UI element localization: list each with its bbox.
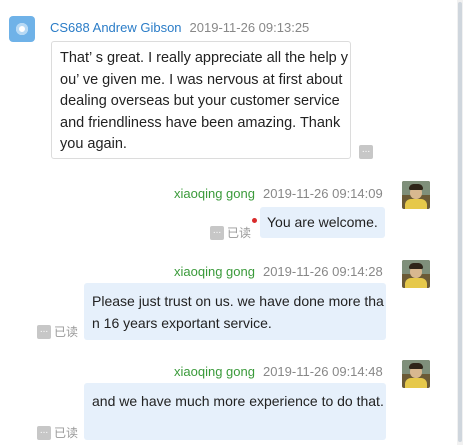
message-header: xiaoqing gong 2019-11-26 09:14:48 [174,364,383,379]
message-text: You are welcome. [267,214,378,230]
more-options-icon[interactable]: ... [210,225,224,240]
sender-name[interactable]: CS688 Andrew Gibson [50,20,182,35]
more-options-icon[interactable]: ... [37,324,51,339]
scrollbar-thumb[interactable] [458,2,462,442]
read-status: ... 已读 [37,424,78,441]
read-status: ... 已读 [210,224,251,241]
user-avatar[interactable] [402,181,430,209]
read-status-label: 已读 [54,426,79,440]
unread-dot-icon [252,218,257,223]
message-text: That’ s great. I really appreciate all t… [60,50,349,152]
avatar-circle-icon [16,23,28,35]
message-bubble: You are welcome. [260,207,385,238]
read-status: ... 已读 [37,323,78,340]
customer-avatar[interactable] [9,16,35,42]
sender-name[interactable]: xiaoqing gong [174,264,255,279]
message-bubble: Please just trust on us. we have done mo… [84,283,386,340]
message-bubble: and we have much more experience to do t… [84,383,386,440]
message-time: 2019-11-26 09:14:28 [262,264,383,279]
message-header: CS688 Andrew Gibson 2019-11-26 09:13:25 [50,20,309,35]
more-options-icon: ... [359,145,373,159]
read-status-label: 已读 [227,226,252,240]
user-avatar[interactable] [402,260,430,288]
message-time: 2019-11-26 09:14:48 [262,364,383,379]
message-bubble: That’ s great. I really appreciate all t… [51,41,351,159]
more-options-button[interactable]: ... [359,145,373,159]
message-time: 2019-11-26 09:13:25 [189,20,310,35]
more-options-icon[interactable]: ... [37,425,51,440]
user-avatar[interactable] [402,360,430,388]
sender-name[interactable]: xiaoqing gong [174,364,255,379]
vertical-scrollbar[interactable] [457,0,463,445]
sender-name[interactable]: xiaoqing gong [174,186,255,201]
message-text: Please just trust on us. we have done mo… [92,293,384,331]
message-time: 2019-11-26 09:14:09 [262,186,383,201]
message-text: and we have much more experience to do t… [92,393,384,409]
message-header: xiaoqing gong 2019-11-26 09:14:09 [174,186,383,201]
read-status-label: 已读 [54,325,79,339]
message-header: xiaoqing gong 2019-11-26 09:14:28 [174,264,383,279]
